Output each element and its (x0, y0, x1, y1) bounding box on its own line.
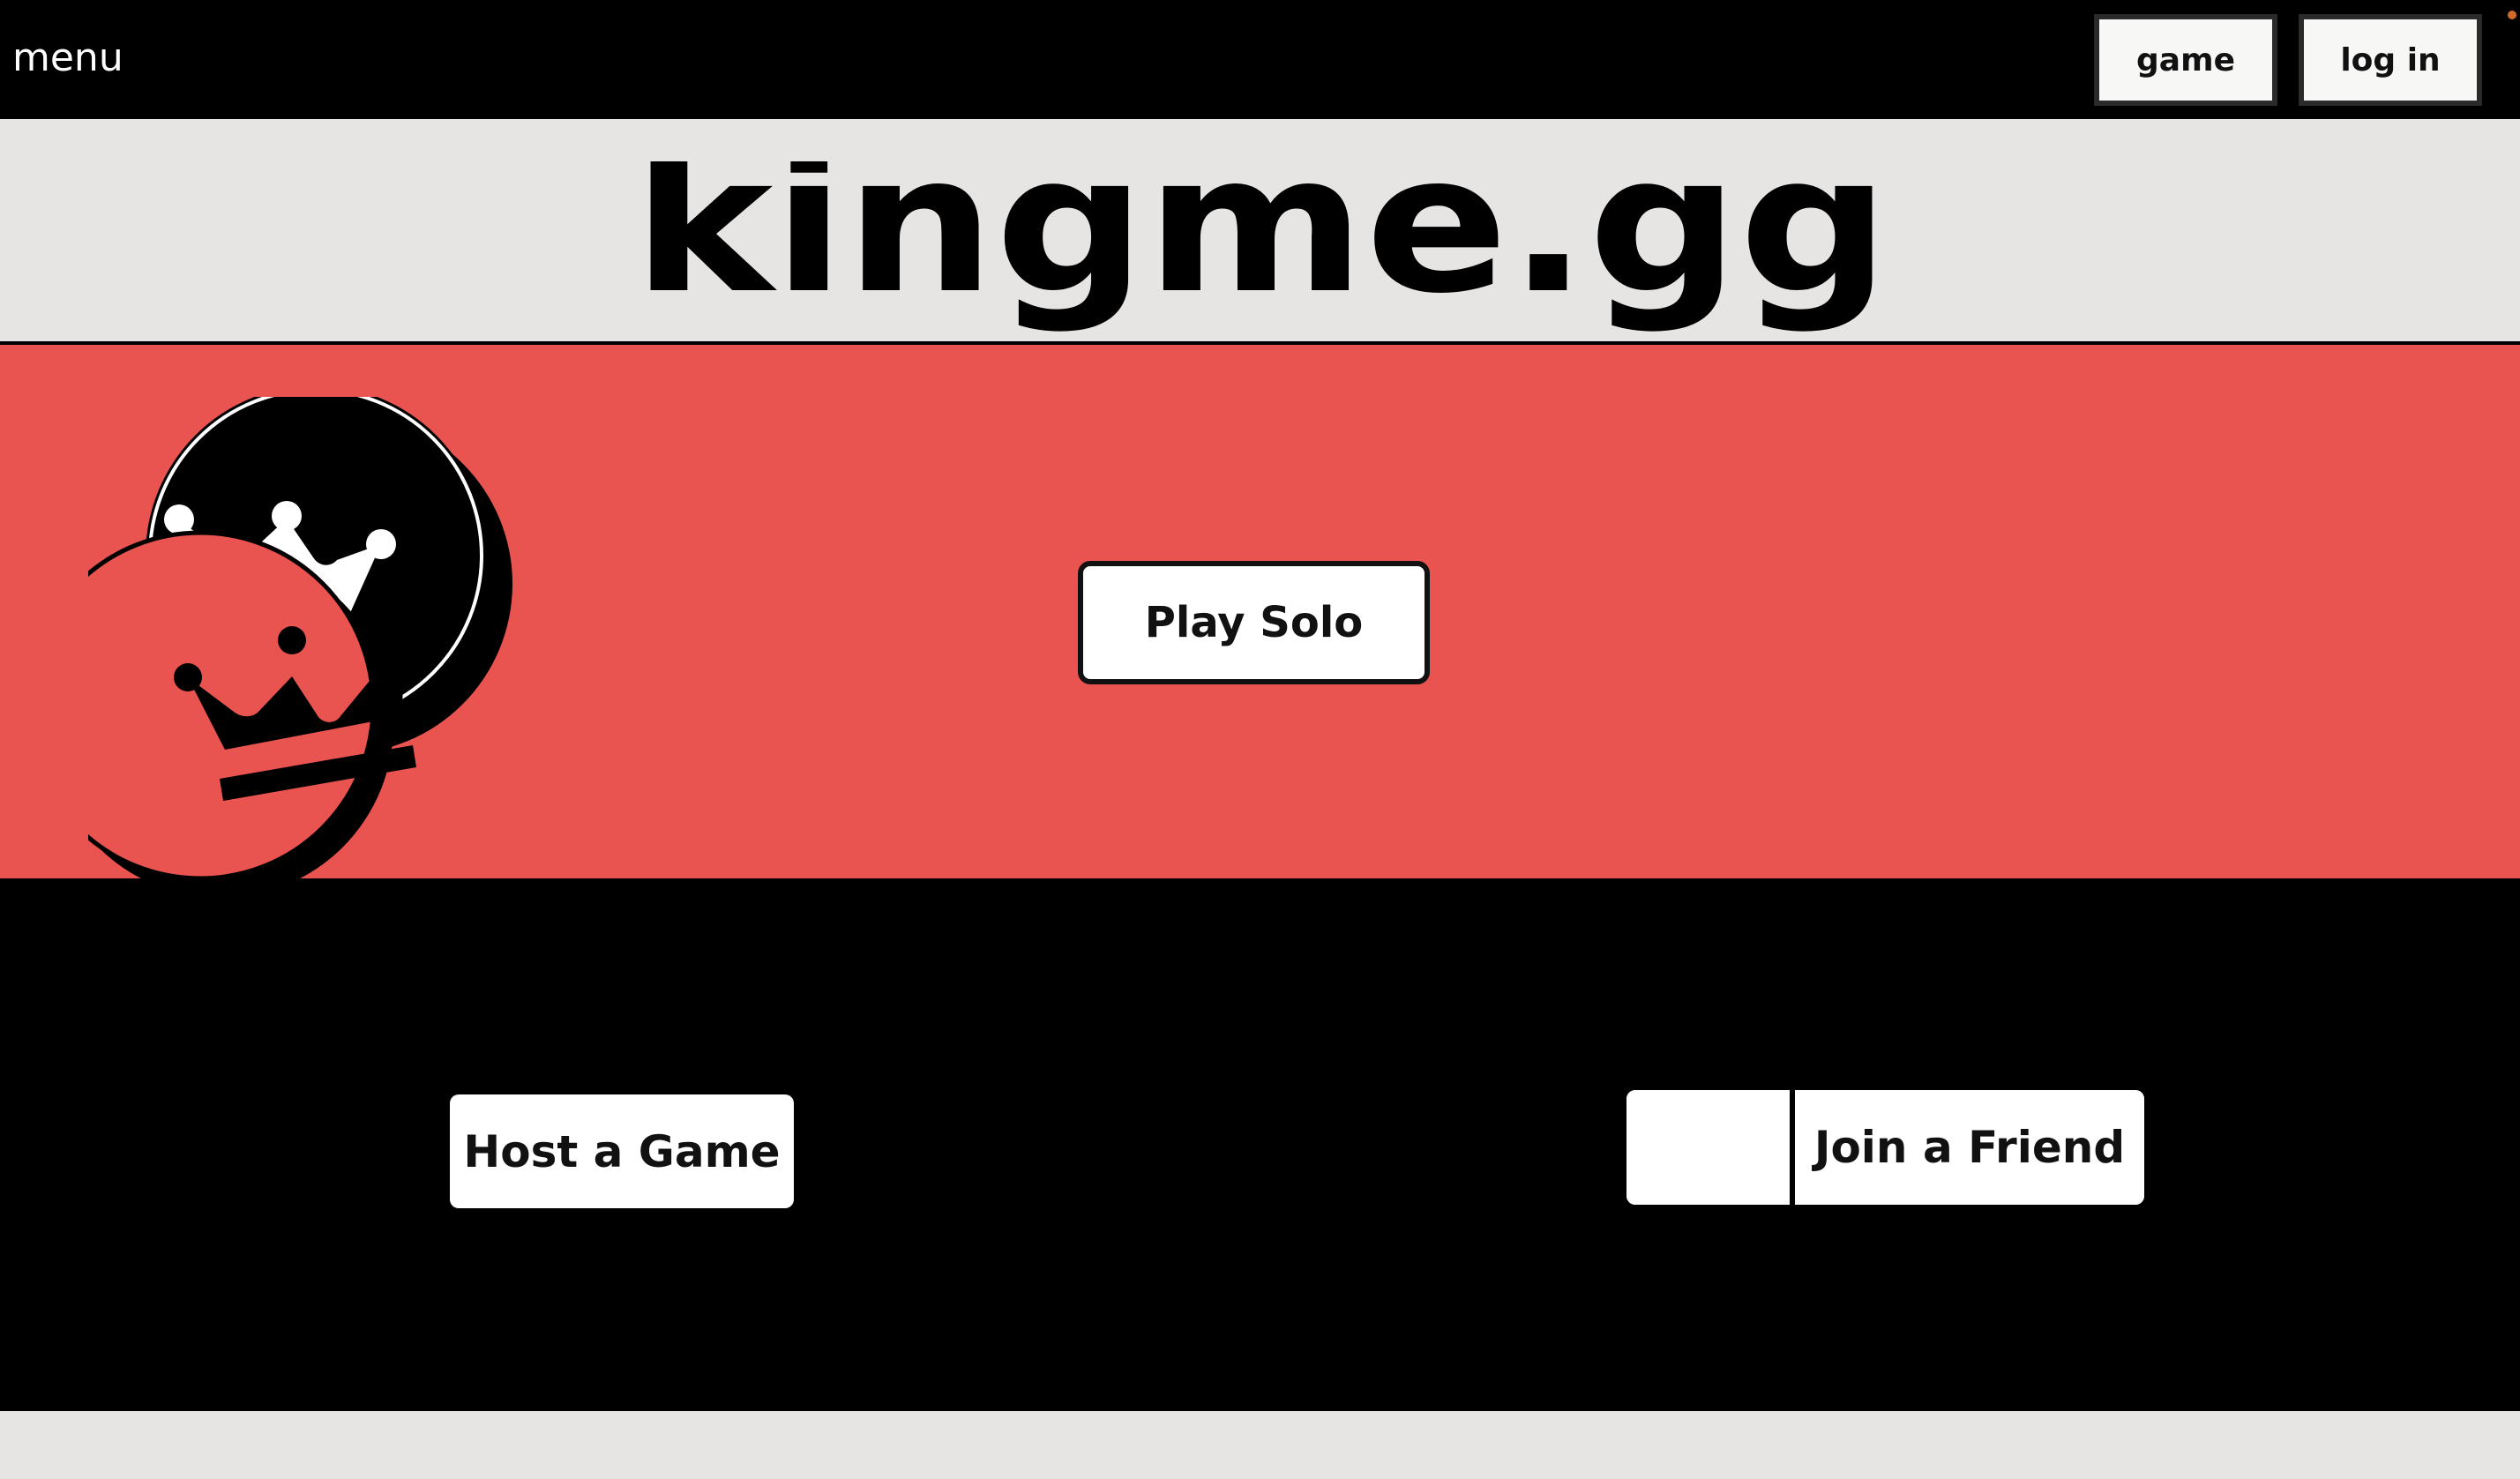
top-navigation-bar: menu game log in (0, 0, 2520, 119)
site-logo[interactable]: kingme.gg (617, 161, 1905, 338)
login-button[interactable]: log in (2299, 14, 2482, 106)
menu-button[interactable]: menu (12, 32, 123, 85)
join-code-input[interactable] (1626, 1090, 1795, 1205)
logo-text: kingme.gg (633, 161, 1890, 335)
join-friend-button[interactable]: Join a Friend (1795, 1090, 2144, 1205)
game-button[interactable]: game (2094, 14, 2277, 106)
footer-band (0, 1411, 2520, 1479)
checker-pieces-illustration (88, 397, 512, 891)
host-game-button[interactable]: Host a Game (450, 1094, 794, 1208)
header-band: kingme.gg (0, 119, 2520, 345)
play-solo-button[interactable]: Play Solo (1078, 561, 1430, 684)
notification-dot (2508, 11, 2516, 19)
join-friend-group: Join a Friend (1626, 1090, 2144, 1205)
